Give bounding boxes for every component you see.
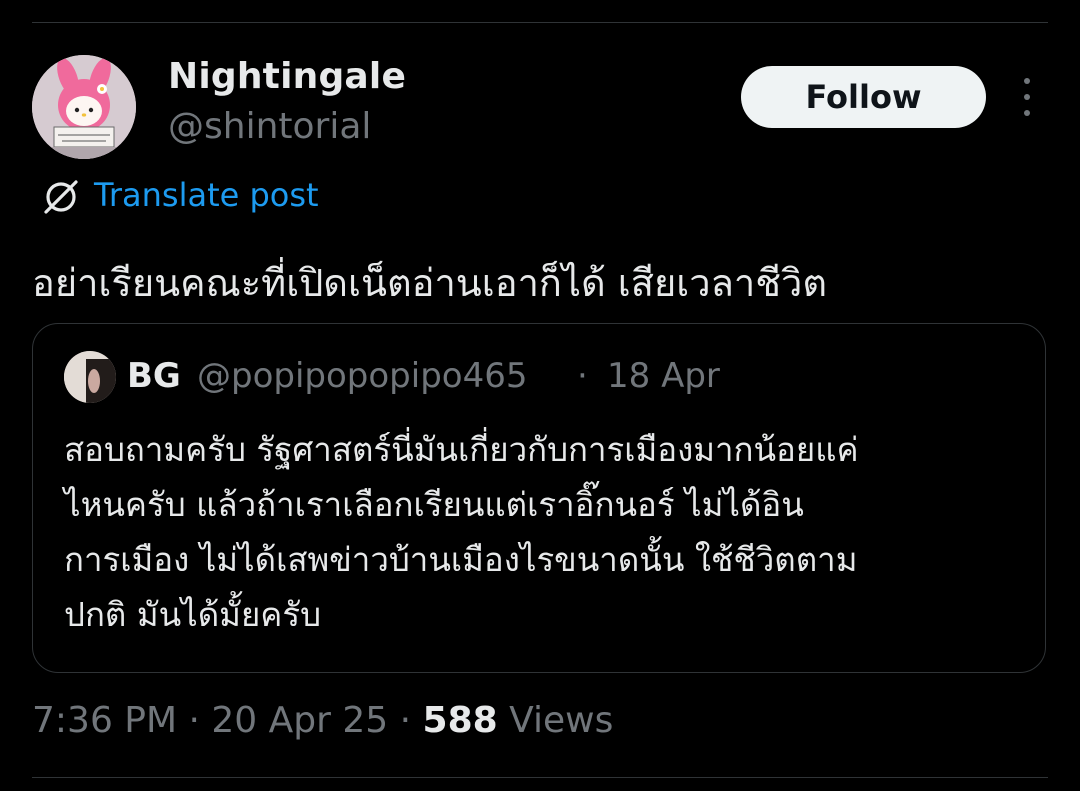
meta-separator: · (177, 700, 212, 741)
my-melody-avatar-icon (32, 55, 136, 159)
quoted-author-handle[interactable]: @popipopopipo465 (197, 356, 528, 396)
more-dot (1024, 110, 1030, 116)
author-handle[interactable]: @shintorial (168, 106, 371, 147)
quoted-author-avatar[interactable] (64, 351, 116, 403)
quoted-text-line: การเมือง ไม่ได้เสพข่าวบ้านเมืองไรขนาดนั้… (64, 540, 858, 579)
author-avatar[interactable] (32, 55, 136, 159)
translate-icon (44, 180, 78, 214)
avatar-image-icon (64, 351, 116, 403)
quoted-author-name[interactable]: BG (127, 356, 181, 396)
quoted-text-line: ปกติ มันได้มั้ยครับ (64, 595, 322, 634)
post-metadata: 7:36 PM · 20 Apr 25 · 588 Views (32, 700, 613, 741)
views-count[interactable]: 588 (423, 700, 498, 741)
quoted-post[interactable]: BG @popipopopipo465 · 18 Apr สอบถามครับ … (32, 323, 1046, 673)
quoted-text-line: สอบถามครับ รัฐศาสตร์นี่มันเกี่ยวกับการเม… (64, 430, 859, 469)
quoted-separator: · (577, 356, 588, 396)
views-label[interactable]: Views (498, 700, 613, 741)
more-vertical-icon[interactable] (1012, 78, 1042, 116)
post-date[interactable]: 20 Apr 25 (211, 700, 388, 741)
more-dot (1024, 94, 1030, 100)
follow-button[interactable]: Follow (741, 66, 986, 128)
translate-post-link[interactable]: Translate post (94, 176, 319, 214)
bottom-divider (32, 777, 1048, 778)
author-name[interactable]: Nightingale (168, 56, 406, 97)
post-text: อย่าเรียนคณะที่เปิดเน็ตอ่านเอาก็ได้ เสีย… (32, 261, 827, 305)
more-dot (1024, 78, 1030, 84)
meta-separator: · (388, 700, 423, 741)
quoted-post-text: สอบถามครับ รัฐศาสตร์นี่มันเกี่ยวกับการเม… (64, 422, 1024, 642)
quoted-text-line: ไหนครับ แล้วถ้าเราเลือกเรียนแต่เราอิ๊กนอ… (64, 485, 804, 524)
quoted-post-date[interactable]: 18 Apr (607, 356, 720, 396)
post-time[interactable]: 7:36 PM (32, 700, 177, 741)
top-divider (32, 22, 1048, 23)
